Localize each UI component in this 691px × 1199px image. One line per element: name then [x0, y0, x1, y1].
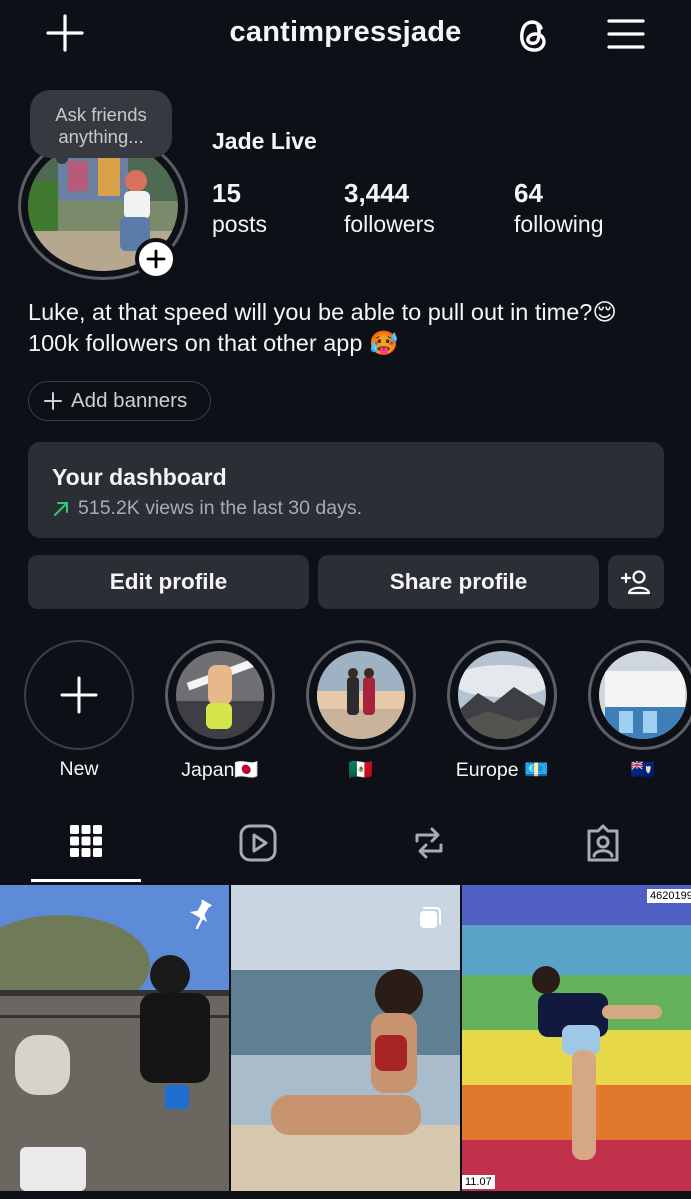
note-bubble[interactable]: Ask friends anything... — [30, 90, 172, 158]
stat-followers[interactable]: 3,444 followers — [344, 176, 435, 238]
pin-icon — [189, 899, 213, 929]
stat-following-value: 64 — [514, 178, 543, 208]
highlight-label: Europe 💶 — [455, 759, 549, 781]
stat-posts-value: 15 — [212, 178, 241, 208]
post-thumbnail[interactable]: 4620199 11.07 — [462, 885, 691, 1191]
highlight-anguilla[interactable]: 🇦🇮 — [588, 640, 691, 782]
note-bubble-tail — [56, 152, 68, 164]
highlight-ring — [165, 640, 275, 750]
dashboard-subtitle: 515.2K views in the last 30 days. — [78, 497, 362, 519]
reposts-icon — [415, 827, 443, 859]
plus-icon — [44, 392, 62, 410]
highlight-label: 🇦🇮 — [630, 759, 656, 781]
plus-icon — [60, 676, 98, 714]
carousel-icon — [420, 907, 441, 928]
highlight-label: Japan🇯🇵 — [181, 759, 259, 781]
stat-following-label: following — [514, 211, 604, 237]
highlight-ring — [447, 640, 557, 750]
posts-grid: 4620199 11.07 — [0, 885, 691, 1199]
profile-username[interactable]: cantimpressjade — [0, 16, 691, 49]
stat-posts[interactable]: 15 posts — [212, 176, 267, 238]
add-story-plus-icon — [146, 249, 166, 269]
reels-icon — [239, 824, 277, 862]
post-thumbnail[interactable] — [0, 885, 229, 1191]
display-name: Jade Live — [212, 128, 317, 154]
highlight-mexico[interactable]: 🇲🇽 — [306, 640, 416, 782]
highlight-thumbnail — [599, 651, 687, 739]
tab-reels[interactable] — [203, 823, 313, 883]
bio-line-2: 100k followers on that other app 🥵 — [28, 330, 399, 356]
highlight-new[interactable]: New — [24, 640, 134, 781]
dashboard-card[interactable]: Your dashboard 515.2K views in the last … — [28, 442, 664, 538]
share-profile-button[interactable]: Share profile — [318, 555, 599, 609]
highlight-ring — [588, 640, 691, 750]
edit-profile-button[interactable]: Edit profile — [28, 555, 309, 609]
tab-reposts[interactable] — [374, 823, 484, 883]
tab-tagged[interactable] — [548, 823, 658, 883]
photo-date-tag: 11.07 — [462, 1175, 495, 1189]
highlight-label: New — [59, 758, 99, 780]
highlight-thumbnail — [317, 651, 405, 739]
profile-tabs — [0, 815, 691, 885]
add-story-button[interactable] — [135, 238, 177, 280]
highlight-thumbnail — [458, 651, 546, 739]
highlight-japan[interactable]: Japan🇯🇵 — [165, 640, 275, 782]
stat-followers-value: 3,444 — [344, 178, 410, 208]
top-bar: cantimpressjade — [0, 0, 691, 72]
stat-posts-label: posts — [212, 211, 267, 237]
highlight-ring — [306, 640, 416, 750]
tagged-icon — [587, 824, 619, 862]
post-thumbnail[interactable] — [231, 885, 460, 1191]
add-banners-button[interactable]: Add banners — [28, 381, 211, 421]
add-person-icon — [621, 570, 651, 595]
dashboard-title: Your dashboard — [52, 464, 227, 490]
stat-following[interactable]: 64 following — [514, 176, 604, 238]
discover-people-button[interactable] — [608, 555, 664, 609]
highlight-new-ring — [24, 640, 134, 750]
hamburger-menu-icon[interactable] — [606, 16, 646, 52]
tab-posts-grid[interactable] — [31, 823, 141, 883]
photo-id-tag: 4620199 — [647, 889, 691, 903]
trend-up-arrow-icon — [54, 501, 68, 516]
stat-followers-label: followers — [344, 211, 435, 237]
bio-line-1: Luke, at that speed will you be able to … — [28, 299, 617, 325]
add-banners-label: Add banners — [71, 389, 188, 412]
dashboard-subtitle-row: 515.2K views in the last 30 days. — [52, 497, 640, 520]
highlight-thumbnail — [176, 651, 264, 739]
grid-icon — [70, 825, 102, 857]
threads-icon[interactable] — [512, 14, 554, 56]
active-tab-indicator — [31, 879, 141, 882]
profile-bio: Luke, at that speed will you be able to … — [28, 297, 678, 359]
highlight-europe[interactable]: Europe 💶 — [447, 640, 557, 782]
highlight-label: 🇲🇽 — [348, 759, 374, 781]
